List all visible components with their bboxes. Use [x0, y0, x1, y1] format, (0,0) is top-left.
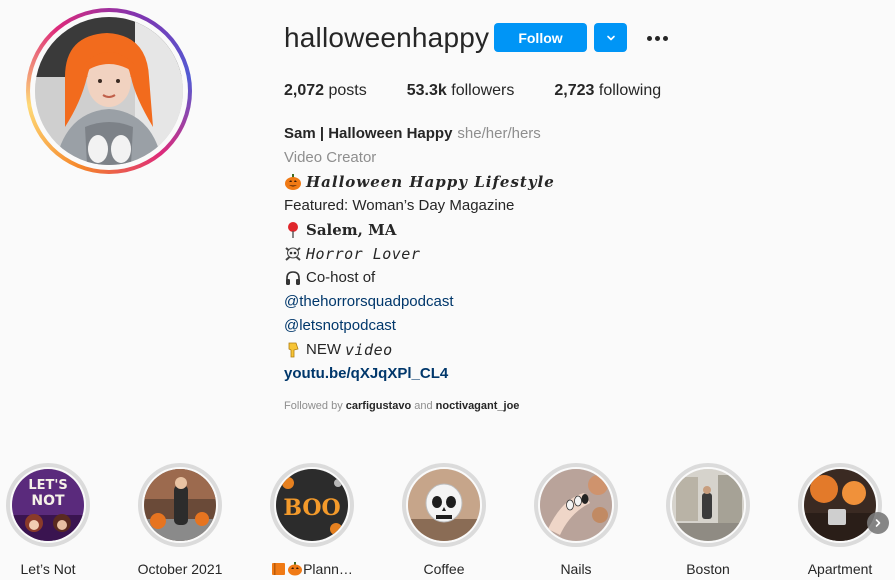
- more-options-button[interactable]: [644, 26, 670, 50]
- chevron-down-icon: [606, 35, 615, 40]
- headphones-icon: [286, 271, 300, 285]
- followed-by[interactable]: Followed by carfigustavo and noctivagant…: [284, 400, 519, 412]
- jack-o-lantern-icon: [288, 562, 303, 576]
- bio-cohost-line: Co-host of: [284, 266, 844, 290]
- highlight-label: Nails: [560, 561, 592, 577]
- bio-website-line: youtu.be/qXJqXPl_CL4: [284, 362, 844, 386]
- highlight-coffee[interactable]: Coffee: [394, 460, 494, 577]
- profile-avatar-ring[interactable]: [26, 8, 192, 174]
- followed-by-and: and: [414, 400, 433, 412]
- highlight-cover-text: BOO: [283, 495, 340, 521]
- chevron-right-icon: [875, 519, 881, 527]
- highlight-cover: BOO: [274, 467, 350, 543]
- highlight-label-text: Plann…: [303, 561, 353, 577]
- bio-category-line: Video Creator: [284, 146, 844, 170]
- posts-count: 2,072: [284, 82, 325, 99]
- jack-o-lantern-icon: [285, 174, 301, 190]
- bio-mention-line-1: @thehorrorsquadpodcast: [284, 290, 844, 314]
- bio-location: Salem, MA: [306, 221, 397, 239]
- bio-cohost: Co-host of: [306, 269, 376, 286]
- highlight-cover: [142, 467, 218, 543]
- highlight-october-2021[interactable]: October 2021: [130, 460, 230, 577]
- pointing-down-icon: [288, 342, 299, 358]
- posts-label: posts: [328, 82, 367, 99]
- highlight-cover: [670, 467, 746, 543]
- highlight-label: Coffee: [423, 561, 465, 577]
- highlight-label: Plann…: [262, 561, 362, 577]
- profile-pronouns: she/her/hers: [457, 125, 541, 142]
- profile-category: Video Creator: [284, 149, 377, 166]
- story-highlights: LET'S NOT Let’s Not October 2021 BOO Pla…: [0, 460, 895, 580]
- bio-new-label: NEW: [306, 341, 341, 358]
- highlight-label: Let’s Not: [20, 561, 76, 577]
- highlight-cover: [538, 467, 614, 543]
- bio-new-video-line: NEW video: [284, 338, 844, 362]
- more-options-icon: [646, 35, 652, 41]
- avatar-image: [35, 17, 183, 165]
- followed-by-user-2[interactable]: noctivagant_joe: [436, 400, 520, 412]
- highlight-planner[interactable]: BOO Plann…: [262, 460, 362, 577]
- followed-by-user-1[interactable]: carfigustavo: [346, 400, 411, 412]
- skull-crossbones-icon: [285, 247, 301, 261]
- orange-book-icon: [272, 563, 286, 575]
- highlight-cover-text-2: NOT: [31, 493, 65, 509]
- highlight-ring: [798, 463, 882, 547]
- profile-website-link[interactable]: youtu.be/qXJqXPl_CL4: [284, 362, 448, 386]
- highlight-ring: [402, 463, 486, 547]
- bio-tagline-line: Halloween Happy Lifestyle: [284, 170, 844, 194]
- followers-count: 53.3k: [406, 82, 447, 99]
- profile-bio: Sam | Halloween Happy she/her/hers Video…: [284, 122, 844, 386]
- following-stat[interactable]: 2,723 following: [554, 82, 661, 100]
- highlight-nails[interactable]: Nails: [526, 460, 626, 577]
- followers-stat[interactable]: 53.3k followers: [407, 82, 515, 100]
- highlight-cover: LET'S NOT: [10, 467, 86, 543]
- profile-avatar[interactable]: [35, 17, 183, 165]
- follow-button[interactable]: Follow: [494, 23, 587, 52]
- followers-label: followers: [451, 82, 515, 99]
- mention-link-horrorsquad[interactable]: @thehorrorsquadpodcast: [284, 290, 454, 314]
- highlight-boston[interactable]: Boston: [658, 460, 758, 577]
- posts-stat: 2,072 posts: [284, 82, 367, 100]
- highlight-cover-text-1: LET'S: [28, 478, 67, 493]
- more-options-icon-dot: [654, 35, 660, 41]
- highlight-lets-not[interactable]: LET'S NOT Let’s Not: [0, 460, 98, 577]
- profile-username: halloweenhappy: [284, 22, 490, 53]
- highlight-label: Apartment: [807, 561, 873, 577]
- mention-link-letsnot[interactable]: @letsnotpodcast: [284, 314, 396, 338]
- highlight-ring: BOO: [270, 463, 354, 547]
- bio-featured: Featured: Woman’s Day Magazine: [284, 197, 515, 214]
- followed-by-prefix: Followed by: [284, 400, 343, 412]
- highlight-label: Boston: [686, 561, 730, 577]
- profile-full-name: Sam | Halloween Happy: [284, 125, 453, 142]
- more-options-icon-dot: [662, 35, 668, 41]
- bio-mention-line-2: @letsnotpodcast: [284, 314, 844, 338]
- round-pushpin-icon: [288, 222, 298, 238]
- highlight-cover: [406, 467, 482, 543]
- highlight-ring: LET'S NOT: [6, 463, 90, 547]
- highlights-next-button[interactable]: [867, 512, 889, 534]
- following-label: following: [598, 82, 662, 99]
- bio-horror: Horror Lover: [306, 245, 421, 263]
- highlight-ring: [534, 463, 618, 547]
- bio-featured-line: Featured: Woman’s Day Magazine: [284, 194, 844, 218]
- bio-horror-line: Horror Lover: [284, 242, 844, 266]
- profile-stats: 2,072 posts 53.3k followers 2,723 follow…: [284, 82, 701, 100]
- following-count: 2,723: [554, 82, 595, 99]
- highlight-ring: [666, 463, 750, 547]
- highlight-label: October 2021: [137, 561, 223, 577]
- avatar-border: [30, 12, 188, 170]
- highlight-cover: [802, 467, 878, 543]
- bio-location-line: Salem, MA: [284, 218, 844, 242]
- bio-video-label: video: [345, 341, 393, 359]
- bio-name-line: Sam | Halloween Happy she/her/hers: [284, 122, 844, 146]
- highlight-ring: [138, 463, 222, 547]
- suggested-accounts-button[interactable]: [594, 23, 627, 52]
- bio-tagline: Halloween Happy Lifestyle: [306, 173, 555, 191]
